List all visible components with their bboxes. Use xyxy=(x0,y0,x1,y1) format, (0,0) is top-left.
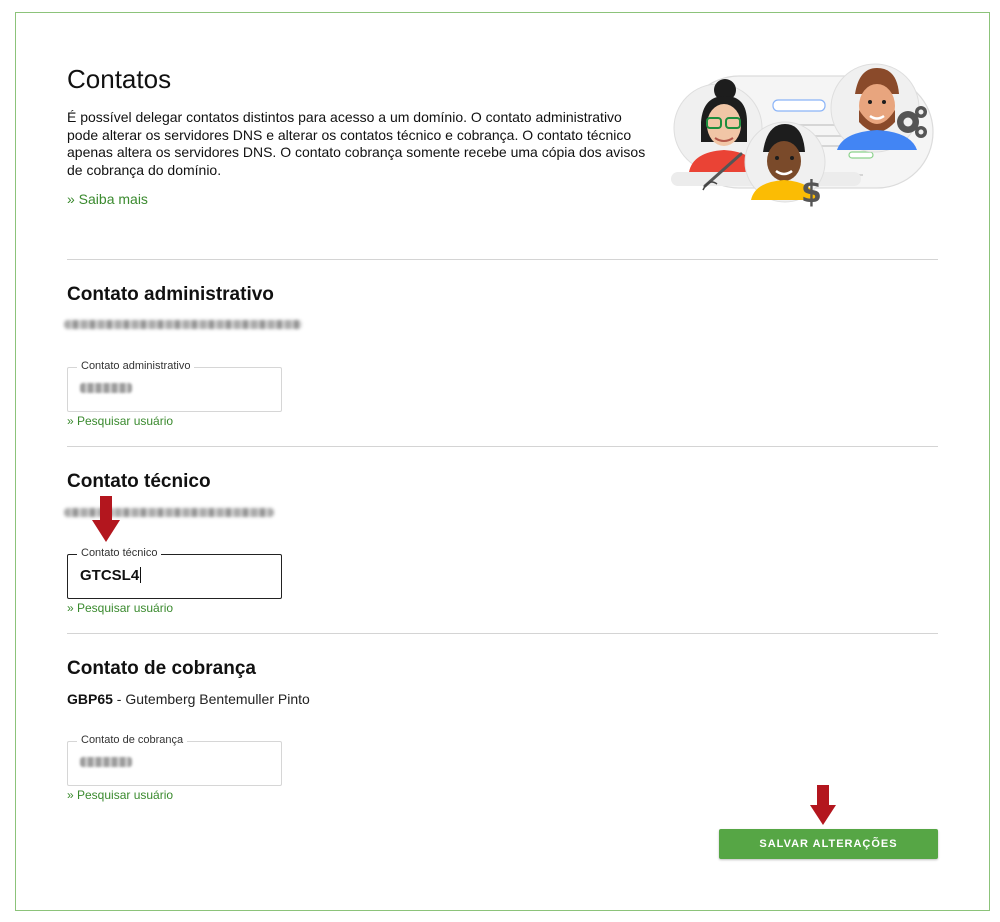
save-changes-button[interactable]: SALVAR ALTERAÇÕES xyxy=(719,829,938,859)
billing-contact-heading: Contato de cobrança xyxy=(67,658,256,679)
admin-contact-heading: Contato administrativo xyxy=(67,284,274,305)
admin-contact-field[interactable]: Contato administrativo xyxy=(67,360,282,412)
billing-contact-code: GBP65 xyxy=(67,691,113,707)
tech-contact-field[interactable]: Contato técnico GTCSL4 xyxy=(67,547,282,599)
billing-contact-redacted-value xyxy=(80,757,132,767)
divider xyxy=(67,446,938,447)
admin-contact-redacted-text xyxy=(64,320,302,329)
text-caret xyxy=(140,567,142,583)
page-description: É possível delegar contatos distintos pa… xyxy=(67,109,646,178)
red-down-arrow-icon xyxy=(810,785,836,825)
billing-contact-current: GBP65 - Gutemberg Bentemuller Pinto xyxy=(67,691,310,707)
tech-contact-heading: Contato técnico xyxy=(67,471,211,492)
divider xyxy=(67,633,938,634)
admin-search-user-link[interactable]: » Pesquisar usuário xyxy=(67,414,173,428)
billing-contact-field[interactable]: Contato de cobrança xyxy=(67,734,282,786)
tech-search-user-link[interactable]: » Pesquisar usuário xyxy=(67,601,173,615)
tech-contact-field-label: Contato técnico xyxy=(77,547,162,559)
divider xyxy=(67,259,938,260)
billing-contact-name: - Gutemberg Bentemuller Pinto xyxy=(112,691,310,707)
billing-contact-field-label: Contato de cobrança xyxy=(77,734,188,746)
red-down-arrow-icon xyxy=(92,496,120,542)
billing-search-user-link[interactable]: » Pesquisar usuário xyxy=(67,788,173,802)
tech-contact-input-value[interactable]: GTCSL4 xyxy=(80,567,142,584)
page-title: Contatos xyxy=(67,64,172,94)
admin-contact-field-label: Contato administrativo xyxy=(77,360,195,372)
contacts-illustration: $ xyxy=(671,63,934,210)
learn-more-link[interactable]: » Saiba mais xyxy=(67,191,148,207)
svg-text:$: $ xyxy=(801,175,822,210)
admin-contact-redacted-value xyxy=(80,383,132,393)
